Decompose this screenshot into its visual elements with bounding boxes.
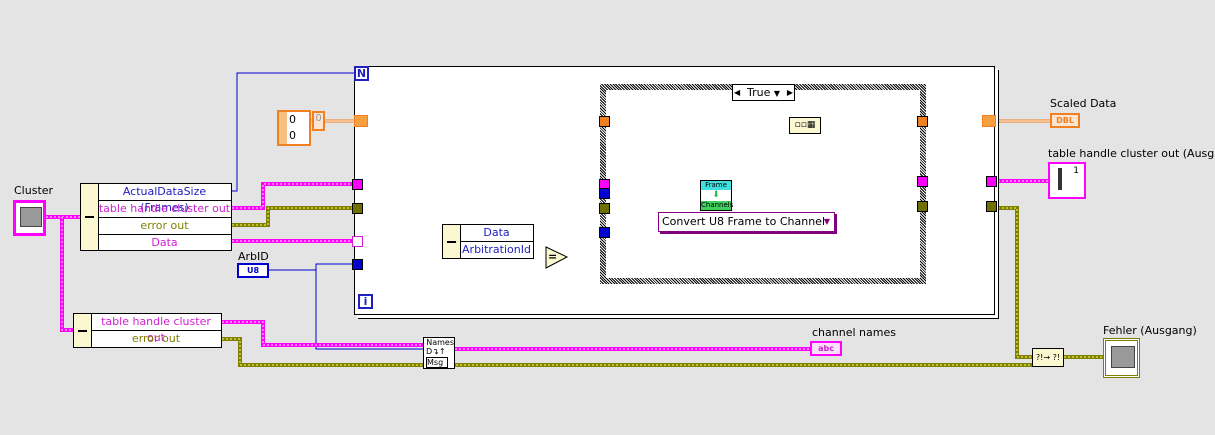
unbundle-row[interactable]: error out [98,218,231,235]
polymorphic-selector-value: Convert U8 Frame to Channel [662,215,826,228]
tunnel [986,201,997,212]
tunnel [917,201,928,212]
tunnel [986,176,997,187]
subvi-channels-label: Channels [701,201,734,210]
unbundle-by-name-inner[interactable]: Data ArbitrationId [442,224,534,259]
cluster-label: Cluster [14,184,54,197]
pink-wire[interactable] [60,217,73,332]
array-index-display[interactable]: 0 [312,111,325,131]
unbundle-by-name-secondary[interactable]: table handle cluster out error out [73,313,222,348]
case-selector[interactable]: ◀ True ▼ ▶ [732,84,795,101]
unbundle-by-name-main[interactable]: ActualDataSize (Frames) table handle clu… [80,183,232,251]
cluster-icon [20,207,42,227]
unbundle-row[interactable]: ActualDataSize (Frames) [98,184,231,214]
polymorphic-selector[interactable]: Convert U8 Frame to Channel ▼ [658,212,835,232]
convert-frame-subvi[interactable]: Frame ⬇ Channels [700,180,734,211]
chevron-down-icon[interactable]: ▼ [774,89,780,98]
shift-register-right[interactable] [982,115,996,127]
tunnel [917,176,928,187]
tunnel [599,227,610,238]
subvi-frame-label: Frame [701,181,731,190]
pink-wire[interactable] [222,320,423,347]
merge-errors-node[interactable]: ?!→ ?! [1032,348,1064,367]
array-constant[interactable]: 0 0 [277,110,311,146]
channel-names-label: channel names [812,326,896,339]
slider-icon [1058,168,1062,190]
array-element[interactable]: 0 [289,129,296,142]
unbundle-row[interactable]: error out [91,331,221,348]
auto-index-tunnel [352,236,363,247]
prev-case-icon[interactable]: ◀ [734,85,740,100]
build-array-icon: ▫▫▦ [794,120,816,130]
array-element[interactable]: 0 [289,113,296,126]
tunnel [599,188,610,199]
case-structure[interactable] [600,84,926,284]
index-label: 1 [1073,166,1079,176]
block-diagram: N i ◀ True ▼ ▶ Cluster ActualDataSize (F… [0,0,1215,435]
loop-count-terminal[interactable]: N [354,66,369,81]
error-out-label: Fehler (Ausgang) [1103,324,1197,337]
cluster-control-terminal[interactable] [13,200,46,236]
tunnel [599,203,610,214]
table-handle-label: table handle cluster out (Ausgang) [1048,147,1215,160]
index-spinner[interactable] [279,112,287,144]
channel-names-indicator[interactable]: abc [810,341,842,356]
unbundle-row[interactable]: ArbitrationId [460,242,533,259]
pink-wire[interactable] [232,182,354,210]
tunnel [599,116,610,127]
names-label: Names [426,338,454,347]
next-case-icon[interactable]: ▶ [787,85,793,100]
case-selector-value: True [746,86,771,99]
arbid-label: ArbID [238,250,269,263]
chevron-down-icon[interactable]: ▼ [824,213,830,231]
unbundle-row[interactable]: table handle cluster out [98,201,231,218]
equal-symbol: = [548,250,558,263]
shift-register-left[interactable] [354,115,368,127]
arrow-down-icon: ⬇ [712,190,720,200]
table-handle-indicator[interactable]: 1 [1048,162,1086,199]
arrow-icon: D↴↑ [426,347,446,356]
msg-label: Msg [426,357,448,368]
error-out-indicator[interactable] [1103,338,1140,378]
olive-wire[interactable] [232,206,354,227]
cluster-icon [1111,346,1135,368]
scaled-data-label: Scaled Data [1050,97,1117,110]
build-array-node[interactable]: ▫▫▦ [789,117,821,134]
olive-wire[interactable] [222,337,1032,367]
pink-wire[interactable] [222,321,423,346]
arbid-control-terminal[interactable]: U8 [237,263,269,278]
merge-errors-icon: ?!→ ?! [1035,353,1061,362]
loop-iteration-terminal: i [358,294,373,309]
olive-wire[interactable] [222,338,1032,366]
property-node-names[interactable]: Names D↴↑ Msg [423,337,455,369]
tunnel [917,116,928,127]
unbundle-row[interactable]: Data [460,225,533,242]
tunnel [352,259,363,270]
olive-wire[interactable] [232,207,354,226]
scaled-data-indicator[interactable]: DBL [1050,113,1080,128]
tunnel [352,203,363,214]
unbundle-row[interactable]: table handle cluster out [91,314,221,344]
pink-wire[interactable] [232,183,354,209]
tunnel [352,179,363,190]
unbundle-row[interactable]: Data [98,235,231,252]
